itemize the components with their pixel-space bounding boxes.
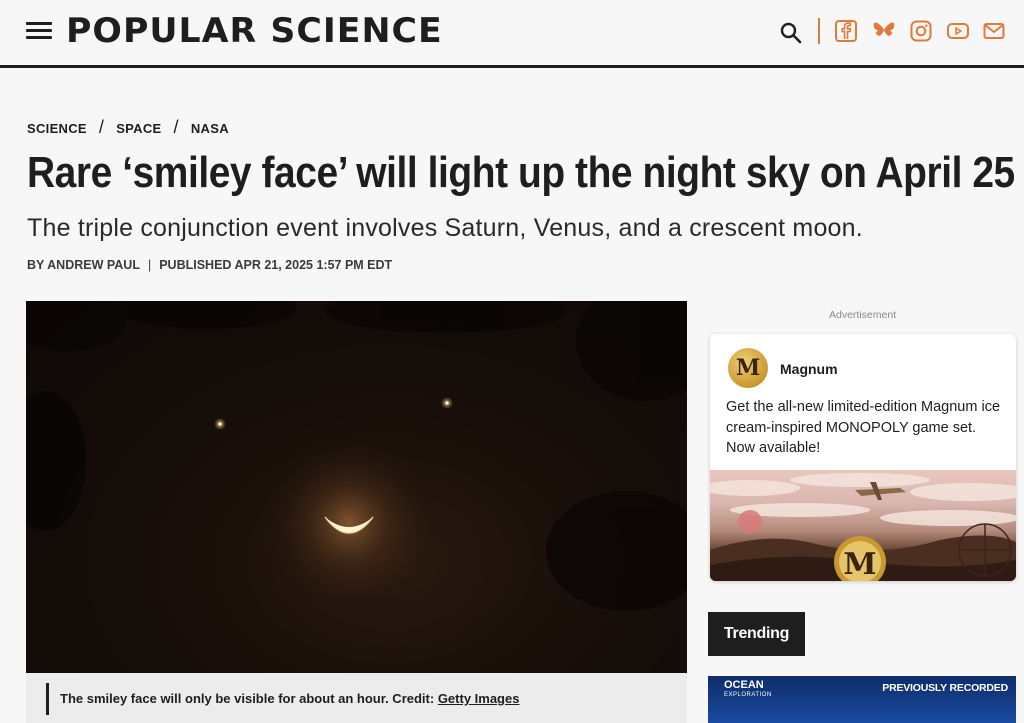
article-byline: BY ANDREW PAUL | PUBLISHED APR 21, 2025 … (27, 258, 392, 272)
trending-label: Trending (708, 612, 805, 656)
article-headline: Rare ‘smiley face’ will light up the nig… (27, 148, 1015, 197)
magnum-ad-card[interactable]: M Magnum Get the all-new limited-edition… (710, 334, 1016, 581)
breadcrumb: SCIENCE / SPACE / NASA (27, 117, 229, 139)
article-subhead: The triple conjunction event involves Sa… (27, 214, 863, 242)
byline-separator: | (147, 258, 152, 272)
hero-image (26, 301, 687, 673)
trending-card[interactable]: OCEAN EXPLORATION PREVIOUSLY RECORDED (708, 676, 1016, 723)
svg-text:M: M (843, 547, 876, 581)
previously-recorded-tag: PREVIOUSLY RECORDED (882, 682, 1008, 694)
header-divider (818, 18, 820, 44)
ad-body-text: Get the all-new limited-edition Magnum i… (726, 399, 1001, 456)
email-icon[interactable] (982, 19, 1006, 43)
caption-accent-bar (46, 683, 49, 715)
menu-icon[interactable] (26, 21, 52, 41)
ad-illustration: M (710, 473, 1016, 581)
author-name[interactable]: BY ANDREW PAUL (27, 258, 140, 272)
bluesky-icon[interactable] (872, 19, 896, 43)
magnum-logo: M (728, 348, 768, 388)
facebook-icon[interactable] (834, 19, 858, 43)
breadcrumb-science[interactable]: SCIENCE (27, 121, 87, 136)
ad-brand-name: Magnum (780, 361, 838, 377)
search-icon[interactable] (779, 21, 803, 45)
caption-credit-link[interactable]: Getty Images (438, 691, 520, 706)
breadcrumb-separator: / (173, 117, 179, 137)
night-sky-illustration (26, 301, 687, 613)
site-header: POPULAR SCIENCE (0, 0, 1024, 68)
instagram-icon[interactable] (909, 19, 933, 43)
ocean-exploration-logo: OCEAN EXPLORATION (724, 679, 772, 699)
breadcrumb-nasa[interactable]: NASA (191, 121, 229, 136)
advertisement-label: Advertisement (829, 309, 897, 321)
youtube-icon[interactable] (946, 19, 970, 43)
breadcrumb-separator: / (98, 117, 105, 137)
publish-date: PUBLISHED APR 21, 2025 1:57 PM EDT (159, 258, 393, 272)
site-logo[interactable]: POPULAR SCIENCE (66, 11, 443, 51)
image-caption: The smiley face will only be visible for… (60, 691, 519, 706)
breadcrumb-space[interactable]: SPACE (116, 121, 161, 136)
ad-image: M (710, 470, 1016, 581)
caption-text: The smiley face will only be visible for… (60, 691, 438, 706)
